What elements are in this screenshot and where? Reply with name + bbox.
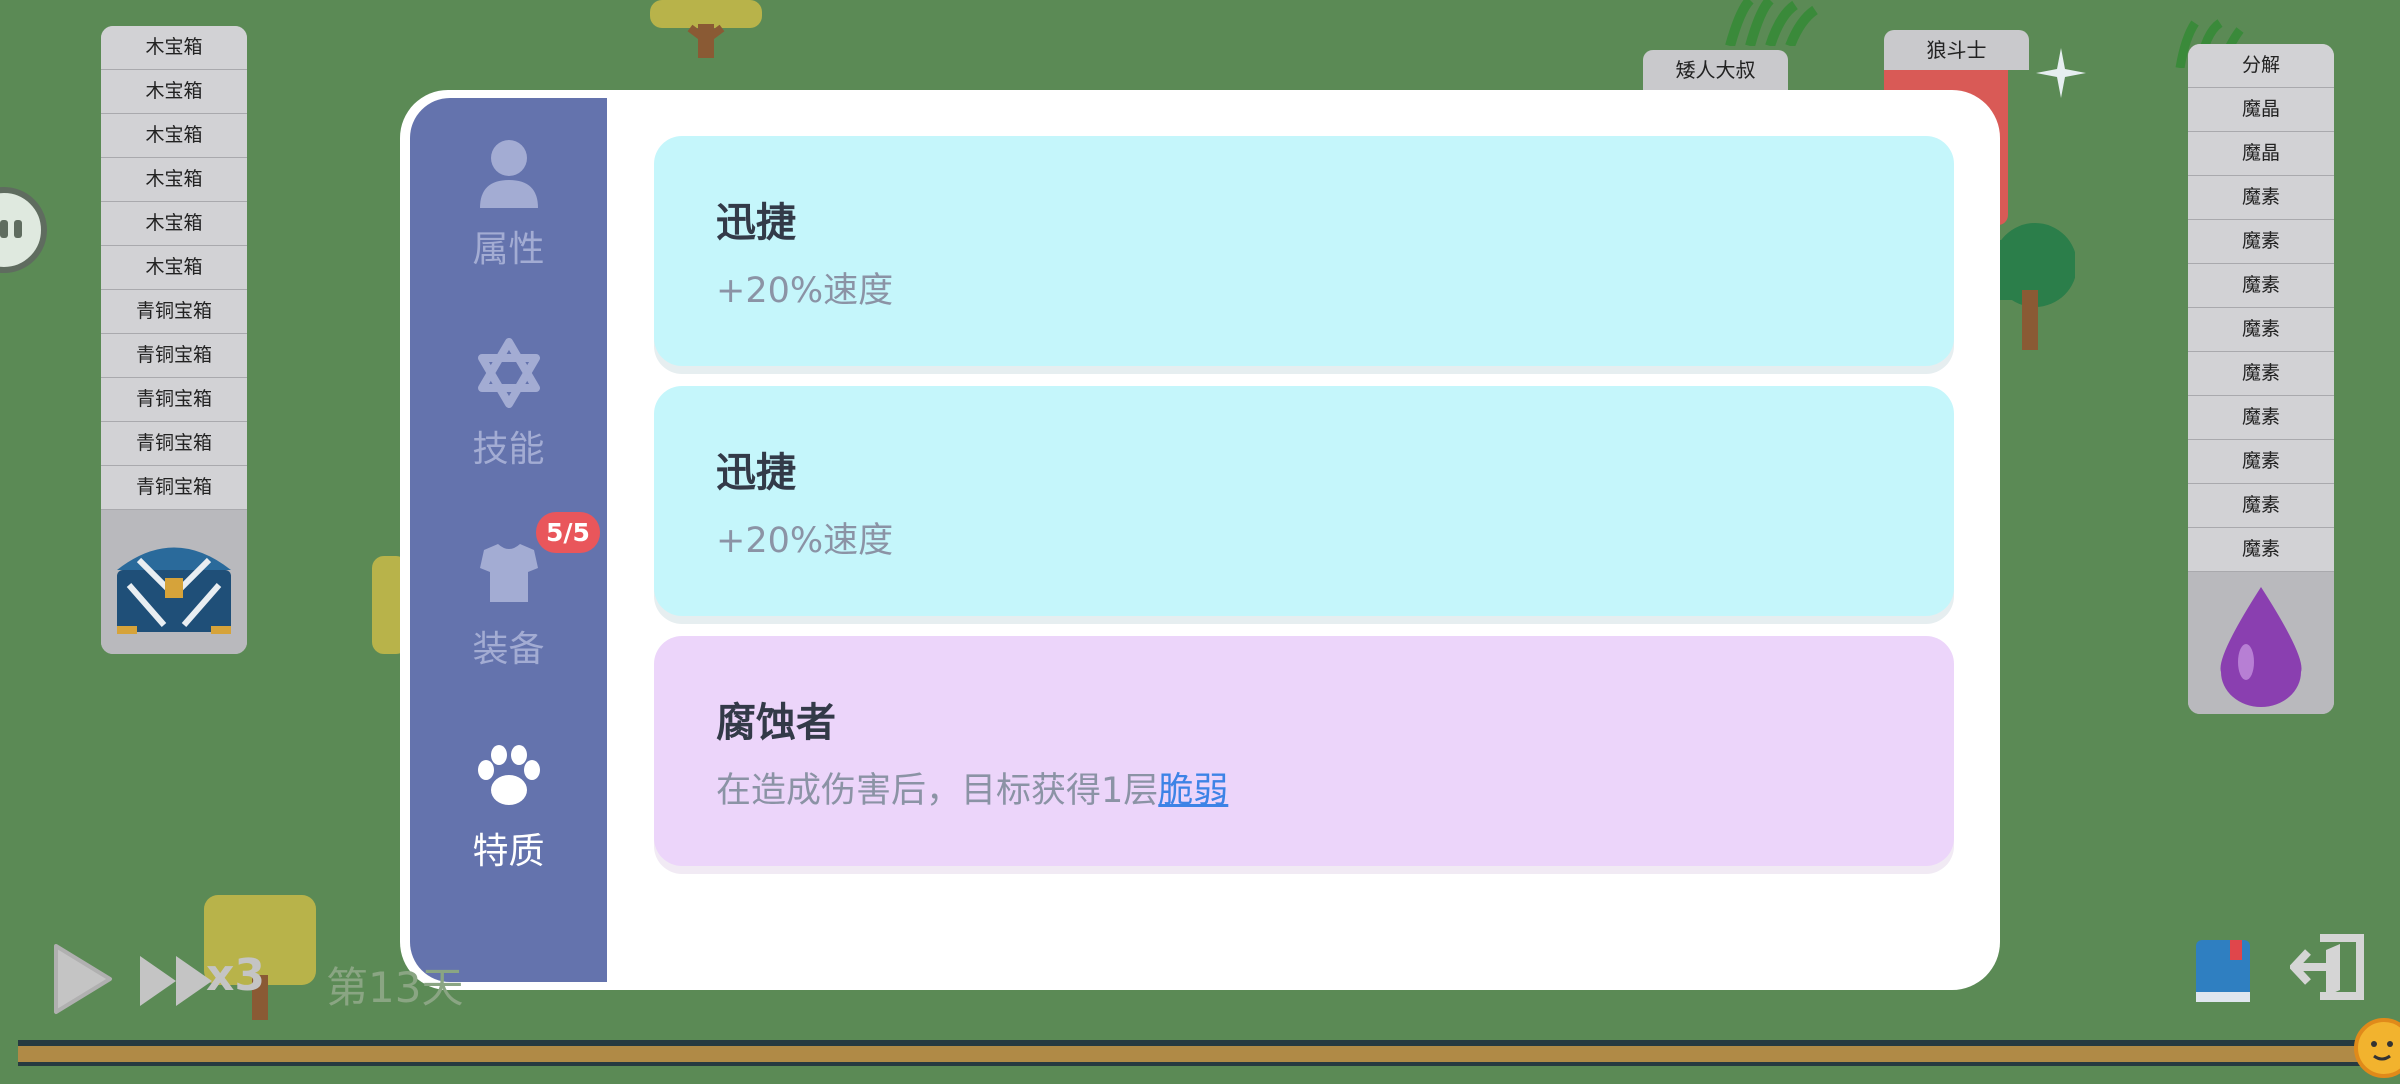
material-stack[interactable]: 分解 魔晶 魔晶 魔素 魔素 魔素 魔素 魔素 魔素 魔素 魔素 魔素 — [2188, 44, 2334, 714]
chest-stack[interactable]: 木宝箱 木宝箱 木宝箱 木宝箱 木宝箱 木宝箱 青铜宝箱 青铜宝箱 青铜宝箱 青铜宝箱 青铜宝箱 — [101, 26, 247, 654]
trait-title: 腐蚀者 — [716, 700, 836, 746]
chest-item[interactable]: 木宝箱 — [101, 114, 247, 158]
tab-skills[interactable]: 技能 — [410, 338, 607, 472]
wolf-fighter-tag[interactable]: 狼斗士 — [1884, 30, 2029, 70]
dwarf-tag[interactable]: 矮人大叔 — [1643, 50, 1788, 90]
exit-icon[interactable] — [2288, 930, 2370, 1004]
chest-item[interactable]: 青铜宝箱 — [101, 466, 247, 510]
material-item[interactable]: 魔素 — [2188, 528, 2334, 572]
armor-icon — [479, 544, 538, 602]
material-item[interactable]: 魔素 — [2188, 396, 2334, 440]
play-button[interactable] — [50, 942, 114, 1016]
chest-item[interactable]: 青铜宝箱 — [101, 334, 247, 378]
material-item[interactable]: 魔素 — [2188, 484, 2334, 528]
material-item[interactable]: 魔素 — [2188, 264, 2334, 308]
material-item[interactable]: 魔素 — [2188, 352, 2334, 396]
material-item[interactable]: 魔晶 — [2188, 88, 2334, 132]
star-of-david-icon — [477, 338, 540, 408]
trait-title: 迅捷 — [716, 200, 796, 246]
trait-card[interactable]: 迅捷 +20%速度 — [654, 136, 1954, 366]
background-grass — [1720, 0, 1820, 48]
sparkle-icon — [2036, 48, 2086, 98]
tab-label: 属性 — [472, 229, 545, 270]
chest-item[interactable]: 木宝箱 — [101, 202, 247, 246]
background-tree-top — [650, 0, 762, 58]
trait-title: 迅捷 — [716, 450, 796, 496]
chest-icon — [101, 510, 247, 654]
tab-label: 技能 — [472, 429, 545, 470]
character-panel: 属性 技能 装备 5/5 特质 迅捷 +20%速度 迅捷 +20%速度 腐蚀者 … — [400, 90, 2000, 990]
timeline-progress-bar — [18, 1040, 2368, 1066]
trait-card[interactable]: 腐蚀者 在造成伤害后，目标获得1层脆弱 — [654, 636, 1954, 866]
tab-attributes[interactable]: 属性 — [410, 138, 607, 272]
chest-item[interactable]: 青铜宝箱 — [101, 422, 247, 466]
ghost-avatar[interactable] — [0, 182, 50, 278]
material-item[interactable]: 魔素 — [2188, 308, 2334, 352]
purple-drop-icon — [2188, 572, 2334, 714]
chest-item[interactable]: 木宝箱 — [101, 70, 247, 114]
sun-icon — [2344, 1004, 2400, 1080]
material-item[interactable]: 分解 — [2188, 44, 2334, 88]
paw-icon — [477, 745, 540, 805]
trait-card[interactable]: 迅捷 +20%速度 — [654, 386, 1954, 616]
chest-item[interactable]: 青铜宝箱 — [101, 290, 247, 334]
material-item[interactable]: 魔素 — [2188, 440, 2334, 484]
vulnerable-keyword-link[interactable]: 脆弱 — [1158, 771, 1228, 811]
tab-traits[interactable]: 特质 — [410, 740, 607, 874]
chest-item[interactable]: 木宝箱 — [101, 246, 247, 290]
trait-description: +20%速度 — [716, 271, 894, 311]
tab-label: 装备 — [472, 629, 545, 670]
material-item[interactable]: 魔素 — [2188, 220, 2334, 264]
background-tree-right — [1990, 220, 2077, 350]
trait-description: +20%速度 — [716, 521, 894, 561]
trait-description-text: 在造成伤害后，目标获得1层 — [716, 771, 1159, 811]
chest-item[interactable]: 木宝箱 — [101, 26, 247, 70]
book-icon[interactable] — [2194, 938, 2252, 1004]
material-item[interactable]: 魔晶 — [2188, 132, 2334, 176]
equipment-count-badge: 5/5 — [536, 512, 600, 553]
tab-label: 特质 — [472, 831, 545, 872]
trait-description: 在造成伤害后，目标获得1层脆弱 — [716, 762, 1892, 813]
chest-item[interactable]: 青铜宝箱 — [101, 378, 247, 422]
material-item[interactable]: 魔素 — [2188, 176, 2334, 220]
panel-sidebar: 属性 技能 装备 5/5 特质 — [410, 98, 607, 982]
tab-equipment[interactable]: 装备 — [410, 538, 607, 672]
speed-multiplier: x3 — [206, 950, 265, 1001]
day-counter: 第13天 — [326, 963, 464, 1012]
chest-item[interactable]: 木宝箱 — [101, 158, 247, 202]
person-icon — [479, 140, 538, 208]
